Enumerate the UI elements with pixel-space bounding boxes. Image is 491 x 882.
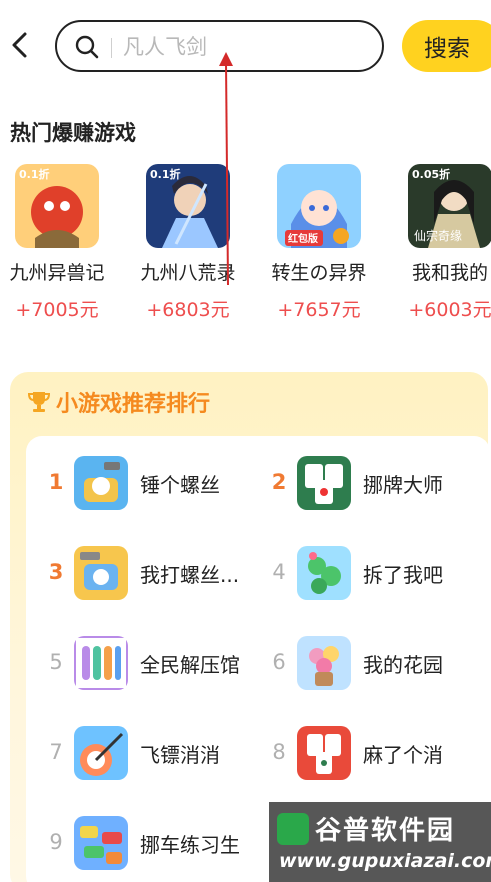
rank-number: 8 bbox=[272, 740, 286, 764]
ranking-item[interactable]: 6 我的花园 bbox=[269, 636, 489, 694]
ranking-title: 小游戏推荐排行 bbox=[56, 392, 211, 417]
rank-number: 7 bbox=[49, 740, 63, 764]
rank-number: 6 bbox=[272, 650, 286, 674]
game-item[interactable]: 0.1折 九州八荒录 +6803元 bbox=[131, 164, 261, 324]
game-icon bbox=[297, 636, 351, 690]
game-icon: 0.1折 bbox=[146, 164, 230, 248]
game-icon: 0.1折 bbox=[15, 164, 99, 248]
trophy-icon bbox=[28, 392, 50, 412]
game-icon bbox=[297, 546, 351, 600]
svg-text:0.1折: 0.1折 bbox=[19, 167, 50, 181]
search-button[interactable]: 搜索 bbox=[402, 20, 491, 72]
game-name: 挪车练习生 bbox=[140, 833, 240, 857]
ranking-item[interactable]: 8 麻了个消 bbox=[269, 726, 489, 784]
game-name: 全民解压馆 bbox=[140, 653, 240, 677]
game-reward: +7657元 bbox=[277, 299, 361, 321]
game-icon bbox=[297, 726, 351, 780]
game-icon bbox=[74, 456, 128, 510]
back-button[interactable] bbox=[8, 30, 32, 60]
game-name: 九州异兽记 bbox=[9, 262, 105, 284]
rank-number: 1 bbox=[48, 470, 64, 494]
search-input[interactable] bbox=[123, 30, 373, 64]
game-icon: 仙宗奇缘 0.05折 bbox=[408, 164, 491, 248]
rank-number: 9 bbox=[49, 830, 63, 854]
game-name: 我和我的 bbox=[411, 262, 488, 284]
ranking-item[interactable]: 3 我打螺丝... bbox=[46, 546, 266, 604]
game-name: 我的花园 bbox=[363, 653, 443, 677]
hot-games-title: 热门爆赚游戏 bbox=[10, 121, 136, 145]
game-name: 锤个螺丝 bbox=[140, 473, 220, 497]
svg-text:红包版: 红包版 bbox=[288, 232, 318, 245]
game-icon bbox=[74, 546, 128, 600]
svg-text:仙宗奇缘: 仙宗奇缘 bbox=[414, 228, 462, 243]
game-name: 九州八荒录 bbox=[140, 262, 236, 284]
chevron-left-icon bbox=[12, 32, 27, 58]
rank-number: 2 bbox=[271, 470, 287, 494]
watermark-url: www.gupuxiazai.com bbox=[279, 850, 491, 872]
ranking-item[interactable]: 4 拆了我吧 bbox=[269, 546, 489, 604]
svg-text:0.1折: 0.1折 bbox=[150, 167, 181, 181]
game-reward: +6003元 bbox=[408, 299, 491, 321]
search-divider bbox=[111, 38, 112, 58]
watermark: 谷普软件园 www.gupuxiazai.com bbox=[269, 802, 491, 882]
ranking-item[interactable]: 9 挪车练习生 bbox=[46, 816, 266, 874]
game-icon bbox=[74, 726, 128, 780]
ranking-header: 小游戏推荐排行 bbox=[28, 385, 210, 419]
game-icon bbox=[74, 816, 128, 870]
game-item[interactable]: 红包版 转生の异界 +7657元 bbox=[262, 164, 392, 324]
game-name: 我打螺丝... bbox=[140, 563, 240, 587]
watermark-logo-icon bbox=[277, 812, 309, 845]
ranking-item[interactable]: 1 锤个螺丝 bbox=[46, 456, 266, 514]
game-name: 麻了个消 bbox=[363, 743, 443, 767]
search-icon bbox=[75, 35, 99, 59]
ranking-item[interactable]: 5 全民解压馆 bbox=[46, 636, 266, 694]
game-icon bbox=[297, 456, 351, 510]
game-item[interactable]: 仙宗奇缘 0.05折 我和我的 +6003元 bbox=[393, 164, 491, 324]
game-name: 飞镖消消 bbox=[140, 743, 220, 767]
rank-number: 3 bbox=[48, 560, 64, 584]
game-name: 转生の异界 bbox=[271, 262, 367, 284]
game-icon bbox=[74, 636, 128, 690]
game-reward: +6803元 bbox=[146, 299, 230, 321]
game-name: 拆了我吧 bbox=[363, 563, 443, 587]
game-icon: 红包版 bbox=[277, 164, 361, 248]
game-reward: +7005元 bbox=[15, 299, 99, 321]
hot-games-list: 0.1折 九州异兽记 +7005元 0.1折 九州八荒录 +6803元 红包版 … bbox=[0, 164, 491, 324]
game-name: 挪牌大师 bbox=[363, 473, 443, 497]
watermark-title: 谷普软件园 bbox=[315, 816, 456, 846]
svg-text:0.05折: 0.05折 bbox=[412, 167, 450, 181]
ranking-item[interactable]: 7 飞镖消消 bbox=[46, 726, 266, 784]
rank-number: 4 bbox=[272, 560, 286, 584]
search-bar[interactable] bbox=[55, 20, 384, 72]
ranking-item[interactable]: 2 挪牌大师 bbox=[269, 456, 489, 514]
game-item[interactable]: 0.1折 九州异兽记 +7005元 bbox=[0, 164, 130, 324]
rank-number: 5 bbox=[49, 650, 63, 674]
